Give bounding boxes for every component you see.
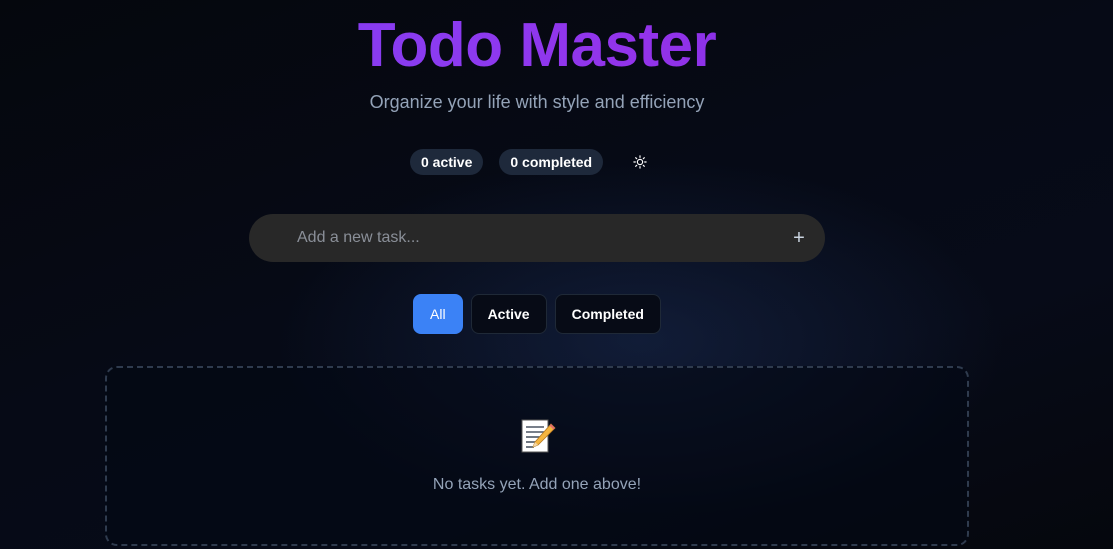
add-task-button[interactable]: + [789, 226, 809, 250]
plus-icon: + [793, 227, 805, 249]
completed-count-badge: 0 completed [499, 149, 604, 175]
add-task-bar: + [249, 214, 825, 262]
active-count-badge: 0 active [410, 149, 484, 175]
sun-icon [633, 155, 647, 169]
empty-state-message: No tasks yet. Add one above! [432, 476, 642, 493]
empty-task-list: No tasks yet. Add one above! [105, 366, 969, 546]
theme-toggle-button[interactable] [625, 149, 655, 175]
filter-active-button[interactable]: Active [470, 294, 547, 334]
task-stats: 0 active 0 completed [410, 149, 655, 175]
filter-all-button[interactable]: All [413, 294, 463, 334]
filter-completed-button[interactable]: Completed [554, 294, 661, 334]
app-subtitle: Organize your life with style and effici… [369, 92, 705, 112]
memo-icon [107, 416, 967, 456]
new-task-input[interactable] [249, 214, 825, 262]
app-title: Todo Master [0, 10, 1074, 82]
filter-tabs: All Active Completed [413, 294, 661, 334]
